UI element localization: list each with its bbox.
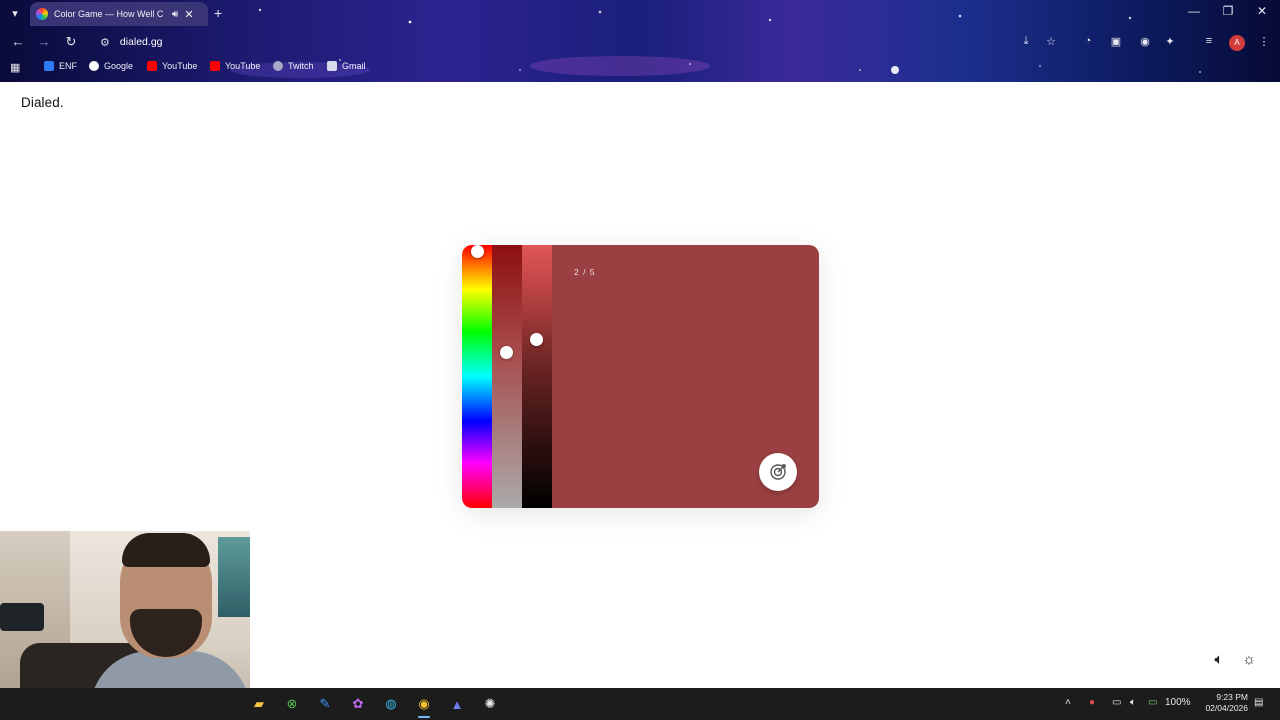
whiteboard-icon[interactable]: ✎ [314,693,336,715]
active-app-indicator [418,716,430,718]
sun-icon[interactable]: ☼ [1240,651,1258,668]
clock-time: 9:23 PM [1216,692,1248,702]
color-game-card: 2 / 5 [462,245,819,508]
speaker-icon[interactable]: 🔊︎ [172,9,178,20]
battery-icon[interactable]: ▭ [1148,697,1157,708]
bookmark-star-icon[interactable]: ☆ [1043,35,1059,48]
youtube-icon [147,61,157,71]
puzzle-icon[interactable]: ✦ [1162,35,1178,48]
reload-button[interactable]: ↻ [63,34,79,50]
display-icon[interactable]: ▭ [1112,697,1121,708]
browser-chrome: ▾ Color Game — How Well C 🔊︎ ✕ + — ❐ ✕ ←… [0,0,1280,82]
youtube-icon [210,61,220,71]
windows-taskbar [0,688,1280,720]
site-logo[interactable]: Dialed. [21,95,64,110]
mail-icon [327,61,337,71]
extension-icon[interactable]: ◉ [1137,35,1153,48]
bookmark-twitch[interactable]: Twitch [273,61,314,71]
chevron-up-icon[interactable]: ˄ [1065,697,1071,708]
bookmark-favicon-icon [44,61,54,71]
minimize-button[interactable]: — [1184,4,1204,18]
app-icon[interactable]: ▲ [446,693,468,715]
globe-icon [273,61,283,71]
round-progress: 2 / 5 [574,267,596,277]
speaker-icon[interactable]: 🔈︎ [1210,651,1228,668]
microphone-icon[interactable]: ● [1089,697,1095,708]
volume-icon[interactable]: 🔈︎ [1130,697,1136,708]
notification-icon[interactable]: ▤ [1254,697,1263,708]
bookmark-google[interactable]: Google [89,61,133,71]
chatgpt-icon[interactable]: ✺ [479,693,501,715]
tab-search-button[interactable]: ▾ [6,6,24,22]
apps-grid-icon[interactable]: ▦ [10,61,20,74]
close-window-button[interactable]: ✕ [1252,4,1272,18]
copilot-icon[interactable]: ✿ [347,693,369,715]
edge-icon[interactable]: ◍ [380,693,402,715]
menu-icon[interactable]: ⋮ [1256,35,1272,48]
browser-toolbar: ← → ↻ ⚙︎ dialed.gg ⤓ ☆ ◔ ▣ ◉ ✦ ≡ ⋮ [0,28,1280,56]
extension-icon[interactable]: ◔ [1080,35,1096,47]
close-icon[interactable]: ✕ [184,8,193,21]
media-control-icon[interactable]: ≡ [1201,35,1217,47]
profile-avatar[interactable]: A [1229,35,1245,51]
microphone-icon [0,603,44,631]
clock-date: 02/04/2026 [1205,703,1248,713]
site-info-icon[interactable]: ⚙︎ [100,36,110,49]
bookmark-gmail[interactable]: Gmail [327,61,366,71]
bookmark-enf[interactable]: ENF [44,61,77,71]
target-icon [770,464,786,480]
address-bar[interactable]: ⚙︎ dialed.gg [92,30,1072,54]
maximize-button[interactable]: ❐ [1218,4,1238,18]
tab-color-game[interactable]: Color Game — How Well C 🔊︎ ✕ [30,2,208,26]
url-text: dialed.gg [119,36,163,48]
battery-percent: 100% [1165,697,1191,708]
file-explorer-icon[interactable]: ▰ [248,693,270,715]
color-wheel-icon [36,8,48,20]
xbox-icon[interactable]: ⊗ [281,693,303,715]
lightness-slider[interactable] [522,245,552,508]
back-button[interactable]: ← [10,34,26,49]
bookmark-youtube-2[interactable]: YouTube [210,61,260,71]
tab-strip: ▾ Color Game — How Well C 🔊︎ ✕ + — ❐ ✕ [0,0,1280,28]
hue-slider[interactable] [462,245,492,508]
submit-guess-button[interactable] [759,453,797,491]
hue-slider-handle[interactable] [471,245,484,258]
saturation-slider[interactable] [492,245,522,508]
chrome-icon[interactable]: ◉ [413,693,435,715]
forward-button[interactable]: → [36,34,52,49]
system-clock[interactable]: 9:23 PM 02/04/2026 [1200,692,1248,714]
bookmark-youtube[interactable]: YouTube [147,61,197,71]
extension-icon[interactable]: ▣ [1108,35,1124,48]
google-icon [89,61,99,71]
tab-title: Color Game — How Well C [54,9,164,19]
install-app-icon[interactable]: ⤓ [1018,35,1034,48]
plus-icon[interactable]: + [214,5,222,21]
